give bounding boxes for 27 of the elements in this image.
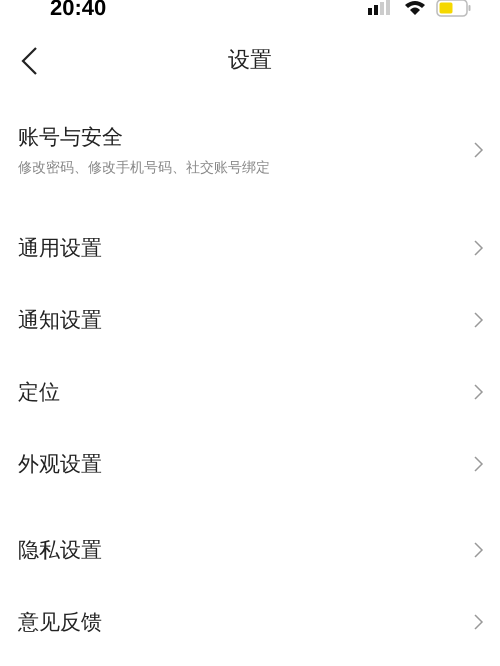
item-title: 通知设置	[18, 307, 102, 334]
item-subtitle: 修改密码、修改手机号码、社交账号绑定	[18, 159, 270, 177]
chevron-icon	[474, 456, 484, 472]
item-title: 通用设置	[18, 235, 102, 262]
settings-item[interactable]: 通知设置	[0, 284, 500, 356]
chevron-icon	[474, 240, 484, 256]
settings-item[interactable]: 意见反馈	[0, 586, 500, 658]
settings-item[interactable]: 通用设置	[0, 212, 500, 284]
item-title: 意见反馈	[18, 609, 102, 636]
chevron-icon	[474, 384, 484, 400]
item-title: 账号与安全	[18, 124, 124, 151]
status-time: 20:40	[50, 0, 106, 21]
item-title: 外观设置	[18, 451, 102, 478]
battery-icon	[436, 0, 472, 17]
item-title: 定位	[18, 379, 60, 406]
settings-item[interactable]: 账号与安全 修改密码、修改手机号码、社交账号绑定	[0, 100, 500, 200]
back-icon[interactable]	[20, 46, 38, 76]
wifi-icon	[404, 0, 426, 16]
chevron-icon	[474, 142, 484, 158]
settings-item[interactable]: 定位	[0, 356, 500, 428]
chevron-icon	[474, 614, 484, 630]
chevron-icon	[474, 312, 484, 328]
page-title: 设置	[228, 47, 272, 75]
item-title: 隐私设置	[18, 537, 102, 564]
settings-item[interactable]: 隐私设置	[0, 514, 500, 586]
chevron-icon	[474, 542, 484, 558]
settings-item[interactable]: 外观设置	[0, 428, 500, 500]
